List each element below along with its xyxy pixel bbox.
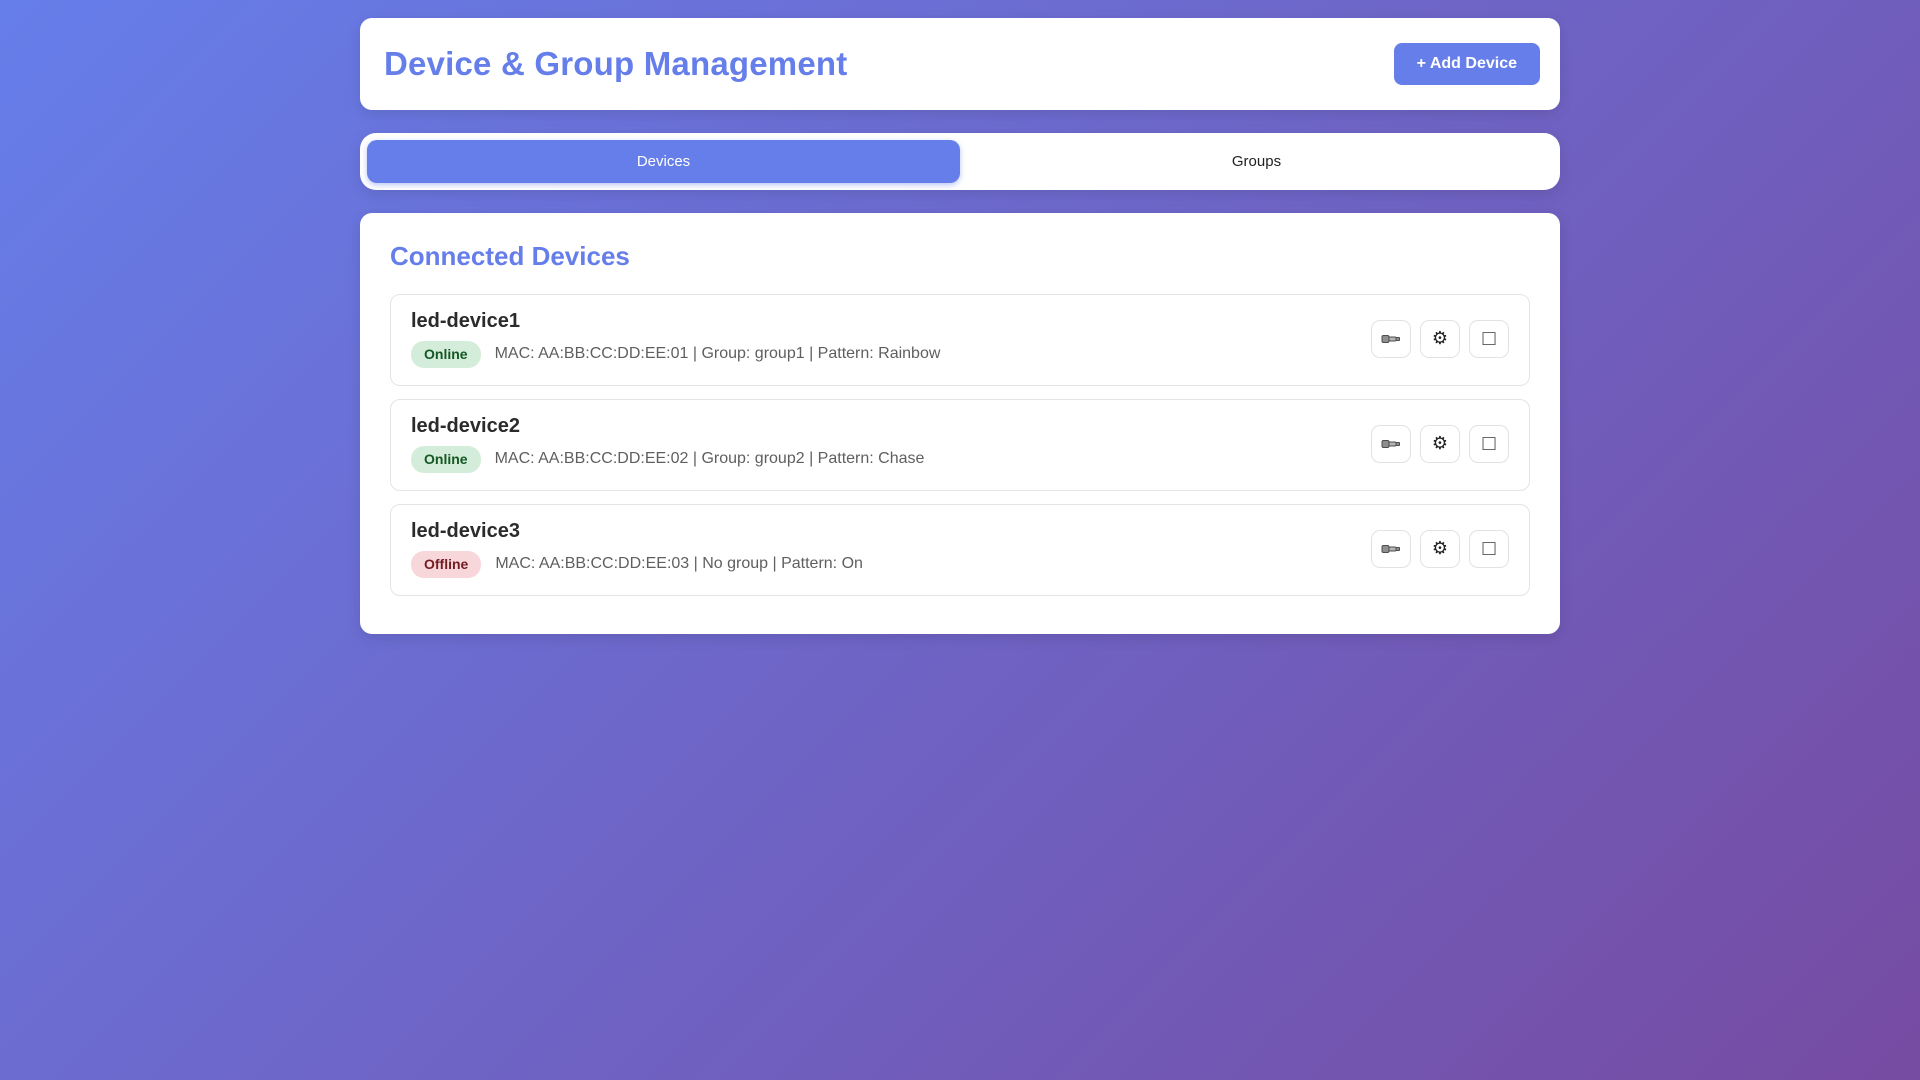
- settings-device-button[interactable]: ⚙: [1420, 320, 1460, 358]
- tab-devices[interactable]: Devices: [367, 140, 960, 183]
- device-meta-row: Online MAC: AA:BB:CC:DD:EE:02 | Group: g…: [411, 446, 924, 473]
- settings-device-button[interactable]: ⚙: [1420, 530, 1460, 568]
- device-actions: ⚙ □: [1371, 320, 1509, 358]
- delete-device-button[interactable]: □: [1469, 425, 1509, 463]
- device-meta: MAC: AA:BB:CC:DD:EE:01 | Group: group1 |…: [495, 345, 941, 363]
- device-meta-row: Online MAC: AA:BB:CC:DD:EE:01 | Group: g…: [411, 341, 940, 368]
- status-badge: Online: [411, 446, 481, 473]
- flashlight-icon: [1381, 437, 1401, 451]
- device-row: led-device2 Online MAC: AA:BB:CC:DD:EE:0…: [390, 399, 1530, 491]
- delete-device-button[interactable]: □: [1469, 320, 1509, 358]
- blink-device-button[interactable]: [1371, 425, 1411, 463]
- status-badge: Offline: [411, 551, 481, 578]
- blink-device-button[interactable]: [1371, 530, 1411, 568]
- device-info: led-device1 Online MAC: AA:BB:CC:DD:EE:0…: [411, 310, 940, 368]
- settings-device-button[interactable]: ⚙: [1420, 425, 1460, 463]
- add-device-button[interactable]: + Add Device: [1394, 43, 1540, 85]
- device-info: led-device3 Offline MAC: AA:BB:CC:DD:EE:…: [411, 520, 863, 578]
- device-row: led-device1 Online MAC: AA:BB:CC:DD:EE:0…: [390, 294, 1530, 386]
- main-container: Device & Group Management + Add Device D…: [360, 0, 1560, 634]
- status-badge: Online: [411, 341, 481, 368]
- header-card: Device & Group Management + Add Device: [360, 18, 1560, 110]
- device-meta: MAC: AA:BB:CC:DD:EE:02 | Group: group2 |…: [495, 450, 925, 468]
- section-heading: Connected Devices: [390, 241, 1530, 272]
- connected-devices-card: Connected Devices led-device1 Online MAC…: [360, 213, 1560, 634]
- device-list: led-device1 Online MAC: AA:BB:CC:DD:EE:0…: [390, 294, 1530, 596]
- device-meta-row: Offline MAC: AA:BB:CC:DD:EE:03 | No grou…: [411, 551, 863, 578]
- square-icon: □: [1481, 330, 1497, 347]
- gear-icon: ⚙: [1432, 435, 1448, 453]
- tab-groups[interactable]: Groups: [960, 140, 1553, 183]
- flashlight-icon: [1381, 332, 1401, 346]
- square-icon: □: [1481, 540, 1497, 557]
- tab-bar: Devices Groups: [360, 133, 1560, 190]
- device-actions: ⚙ □: [1371, 530, 1509, 568]
- device-meta: MAC: AA:BB:CC:DD:EE:03 | No group | Patt…: [495, 555, 863, 573]
- device-row: led-device3 Offline MAC: AA:BB:CC:DD:EE:…: [390, 504, 1530, 596]
- device-info: led-device2 Online MAC: AA:BB:CC:DD:EE:0…: [411, 415, 924, 473]
- device-name: led-device2: [411, 415, 924, 438]
- blink-device-button[interactable]: [1371, 320, 1411, 358]
- delete-device-button[interactable]: □: [1469, 530, 1509, 568]
- page-title: Device & Group Management: [384, 45, 847, 83]
- device-name: led-device3: [411, 520, 863, 543]
- device-name: led-device1: [411, 310, 940, 333]
- flashlight-icon: [1381, 542, 1401, 556]
- square-icon: □: [1481, 435, 1497, 452]
- gear-icon: ⚙: [1432, 330, 1448, 348]
- gear-icon: ⚙: [1432, 540, 1448, 558]
- device-actions: ⚙ □: [1371, 425, 1509, 463]
